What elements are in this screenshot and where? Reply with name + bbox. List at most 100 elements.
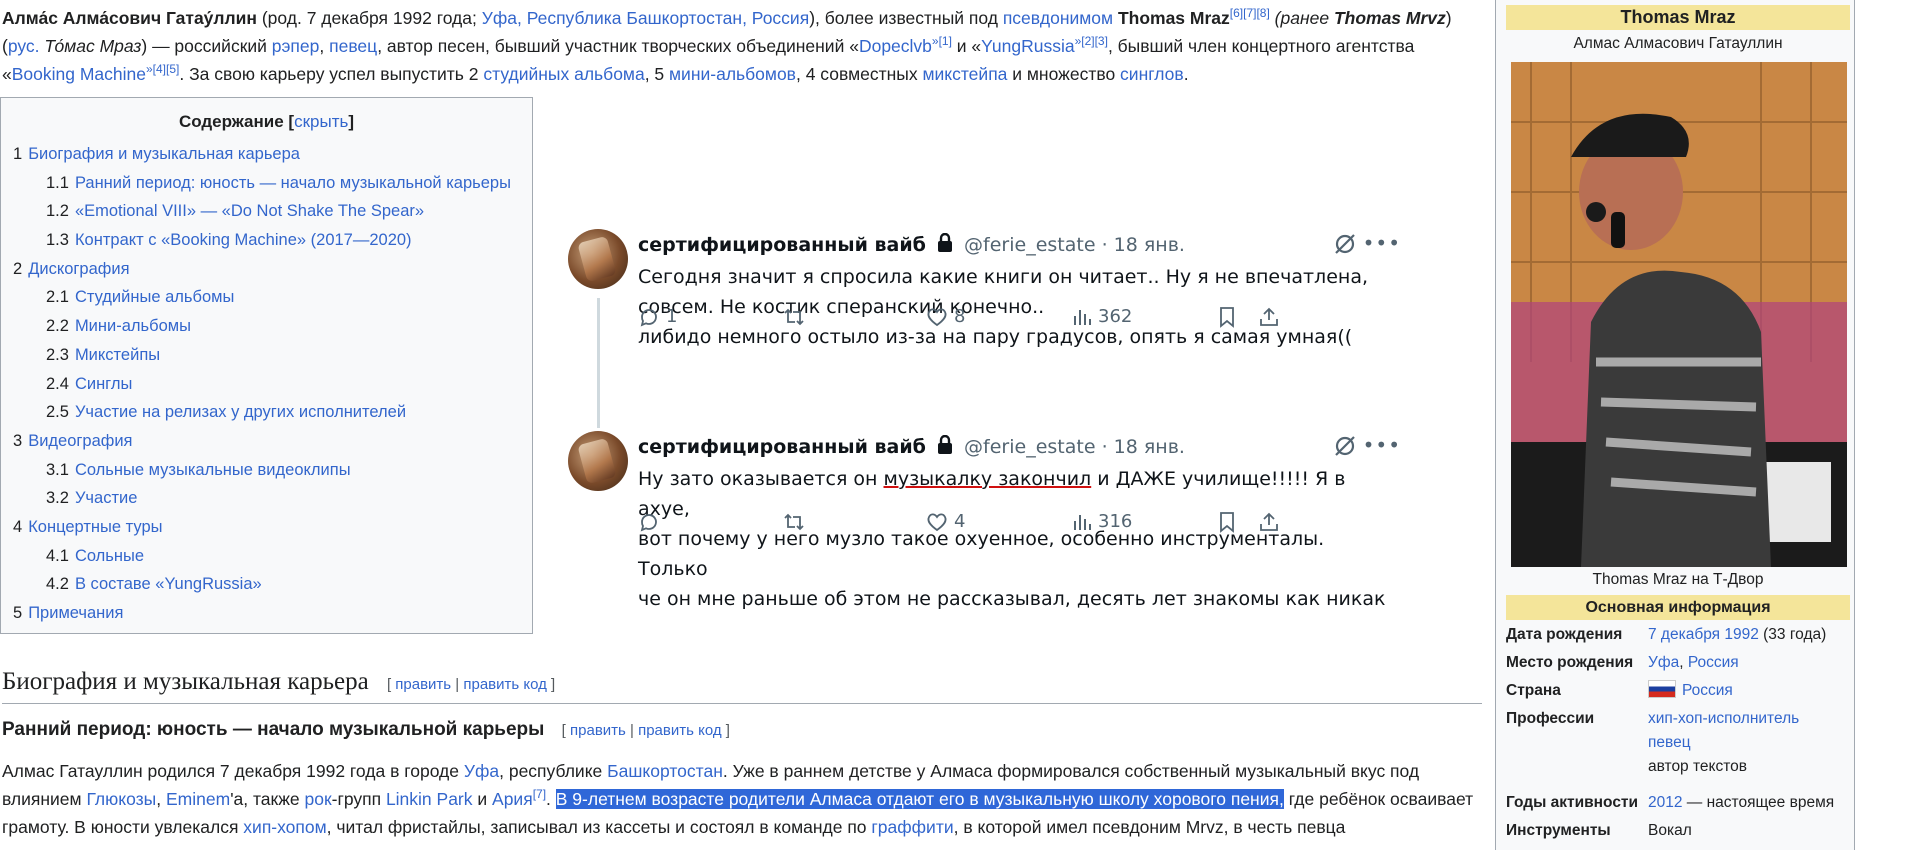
like-button[interactable]: 8 <box>926 302 965 332</box>
toc-link[interactable]: Участие на релизах у других исполнителей <box>75 403 406 421</box>
pseudonym-link[interactable]: псевдонимом <box>1003 8 1113 28</box>
toc-link[interactable]: Дискография <box>28 260 129 278</box>
ufa-link[interactable]: Уфа <box>1648 654 1679 671</box>
bashkortostan-link[interactable]: Башкортостан <box>607 761 723 781</box>
reply-button[interactable]: 1 <box>638 302 677 332</box>
like-button[interactable]: 4 <box>926 507 965 537</box>
russia-link[interactable]: Россия <box>1688 654 1739 671</box>
edit-link[interactable]: править <box>570 722 626 739</box>
booking-machine-link[interactable]: Booking Machine <box>12 64 146 84</box>
toc-link[interactable]: Студийные альбомы <box>75 288 234 306</box>
views-button[interactable]: 316 <box>1072 507 1132 537</box>
bookmark-button[interactable] <box>1218 302 1236 332</box>
toc-item[interactable]: 2 Дискография <box>1 255 532 284</box>
toc-link[interactable]: Концертные туры <box>28 518 162 536</box>
toc-item[interactable]: 4.1 Сольные <box>1 542 532 571</box>
mini-albums-link[interactable]: мини-альбомов <box>669 64 796 84</box>
share-button[interactable] <box>1258 507 1280 537</box>
toc-link[interactable]: Мини-альбомы <box>75 317 191 335</box>
grok-icon[interactable] <box>1332 231 1358 257</box>
toc-link[interactable]: Примечания <box>28 604 123 622</box>
tweet-date[interactable]: · 18 янв. <box>1102 234 1185 256</box>
hiphop-artist-link[interactable]: хип-хоп-исполнитель <box>1648 707 1848 731</box>
toc-link[interactable]: Контракт с «Booking Machine» (2017—2020) <box>75 231 412 249</box>
toc-toggle[interactable]: [скрыть] <box>288 112 354 131</box>
avatar[interactable] <box>568 431 628 491</box>
birthdate-link[interactable]: 7 декабря 1992 <box>1648 626 1759 643</box>
tweet-date[interactable]: · 18 янв. <box>1102 436 1185 458</box>
views-button[interactable]: 362 <box>1072 302 1132 332</box>
mixtape-link[interactable]: микстейпа <box>922 64 1007 84</box>
singles-link[interactable]: синглов <box>1120 64 1184 84</box>
toc-item[interactable]: 3.2 Участие <box>1 484 532 513</box>
dopeclvb-link[interactable]: Dopeclvb <box>859 36 932 56</box>
rapper-link[interactable]: рэпер <box>272 36 320 56</box>
studio-albums-link[interactable]: студийных альбома <box>483 64 644 84</box>
ufa-link[interactable]: Уфа <box>464 761 499 781</box>
tweet-author-name[interactable]: сертифицированный вайб <box>638 234 926 256</box>
toc-link[interactable]: Сольные <box>75 547 144 565</box>
toc-item[interactable]: 2.1 Студийные альбомы <box>1 283 532 312</box>
toc-link[interactable]: «Emotional VIII» — «Do Not Shake The Spe… <box>75 202 424 220</box>
toc-item[interactable]: 2.4 Синглы <box>1 370 532 399</box>
tweet-handle[interactable]: @ferie_estate <box>964 436 1095 458</box>
eminem-link[interactable]: Eminem <box>166 789 230 809</box>
hiphop-link[interactable]: хип-хопом <box>243 817 326 837</box>
thread-connector <box>597 298 600 428</box>
avatar[interactable] <box>568 229 628 289</box>
toc-item[interactable]: 3.1 Сольные музыкальные видеоклипы <box>1 456 532 485</box>
toc-item[interactable]: 1.2 «Emotional VIII» — «Do Not Shake The … <box>1 197 532 226</box>
artist-photo[interactable] <box>1511 62 1847 567</box>
retweet-button[interactable] <box>782 507 806 537</box>
rock-link[interactable]: рок <box>305 789 332 809</box>
reference-link[interactable]: »[1] <box>932 34 952 48</box>
reference-link[interactable]: [6][7][8] <box>1230 6 1270 20</box>
retweet-button[interactable] <box>782 302 806 332</box>
toc-item[interactable]: 1.1 Ранний период: юность — начало музыка… <box>1 169 532 198</box>
country-link[interactable]: Россия <box>1682 682 1733 699</box>
toc-item[interactable]: 2.2 Мини-альбомы <box>1 312 532 341</box>
more-icon[interactable]: ••• <box>1363 433 1401 457</box>
glukoza-link[interactable]: Глюкозы <box>86 789 156 809</box>
toc-hide-link[interactable]: скрыть <box>294 112 348 131</box>
linkin-park-link[interactable]: Linkin Park <box>386 789 473 809</box>
yungrussia-link[interactable]: YungRussia <box>981 36 1074 56</box>
birthplace-link[interactable]: Уфа, Республика Башкортостан, Россия <box>482 8 809 28</box>
toc-link[interactable]: Видеография <box>28 432 132 450</box>
reply-button[interactable] <box>638 507 666 537</box>
selected-text[interactable]: В 9-летнем возрасте родители Алмаса отда… <box>555 789 1284 809</box>
toc-link[interactable]: Ранний период: юность — начало музыкальн… <box>75 174 511 192</box>
toc-link[interactable]: Сольные музыкальные видеоклипы <box>75 461 351 479</box>
more-icon[interactable]: ••• <box>1363 231 1401 255</box>
aria-link[interactable]: Ария <box>492 789 533 809</box>
toc-link[interactable]: Биография и музыкальная карьера <box>28 145 300 163</box>
toc-item[interactable]: 1.3 Контракт с «Booking Machine» (2017—20… <box>1 226 532 255</box>
reference-link[interactable]: [7] <box>533 787 546 801</box>
toc-link[interactable]: Участие <box>75 489 137 507</box>
toc-item[interactable]: 5 Примечания <box>1 599 532 628</box>
toc-link[interactable]: Синглы <box>75 375 132 393</box>
toc-item[interactable]: 2.3 Микстейпы <box>1 341 532 370</box>
tweet-handle[interactable]: @ferie_estate <box>964 234 1095 256</box>
reference-link[interactable]: »[4][5] <box>146 62 179 76</box>
toc-item[interactable]: 4 Концертные туры <box>1 513 532 542</box>
edit-code-link[interactable]: править код <box>463 676 547 693</box>
toc-link[interactable]: Микстейпы <box>75 346 160 364</box>
language-link[interactable]: рус. <box>8 36 40 56</box>
share-button[interactable] <box>1258 302 1280 332</box>
year-link[interactable]: 2012 <box>1648 794 1682 811</box>
toc-item[interactable]: 3 Видеография <box>1 427 532 456</box>
tweet-author-name[interactable]: сертифицированный вайб <box>638 436 926 458</box>
toc-link[interactable]: В составе «YungRussia» <box>75 575 262 593</box>
reference-link[interactable]: »[2][3] <box>1075 34 1108 48</box>
toc-item[interactable]: 2.5 Участие на релизах у других исполните… <box>1 398 532 427</box>
grok-icon[interactable] <box>1332 433 1358 459</box>
edit-code-link[interactable]: править код <box>638 722 722 739</box>
edit-link[interactable]: править <box>395 676 451 693</box>
singer-link[interactable]: певец <box>329 36 377 56</box>
bookmark-button[interactable] <box>1218 507 1236 537</box>
singer-link[interactable]: певец <box>1648 731 1848 755</box>
toc-item[interactable]: 4.2 В составе «YungRussia» <box>1 570 532 599</box>
graffiti-link[interactable]: граффити <box>871 817 953 837</box>
toc-item[interactable]: 1 Биография и музыкальная карьера <box>1 140 532 169</box>
